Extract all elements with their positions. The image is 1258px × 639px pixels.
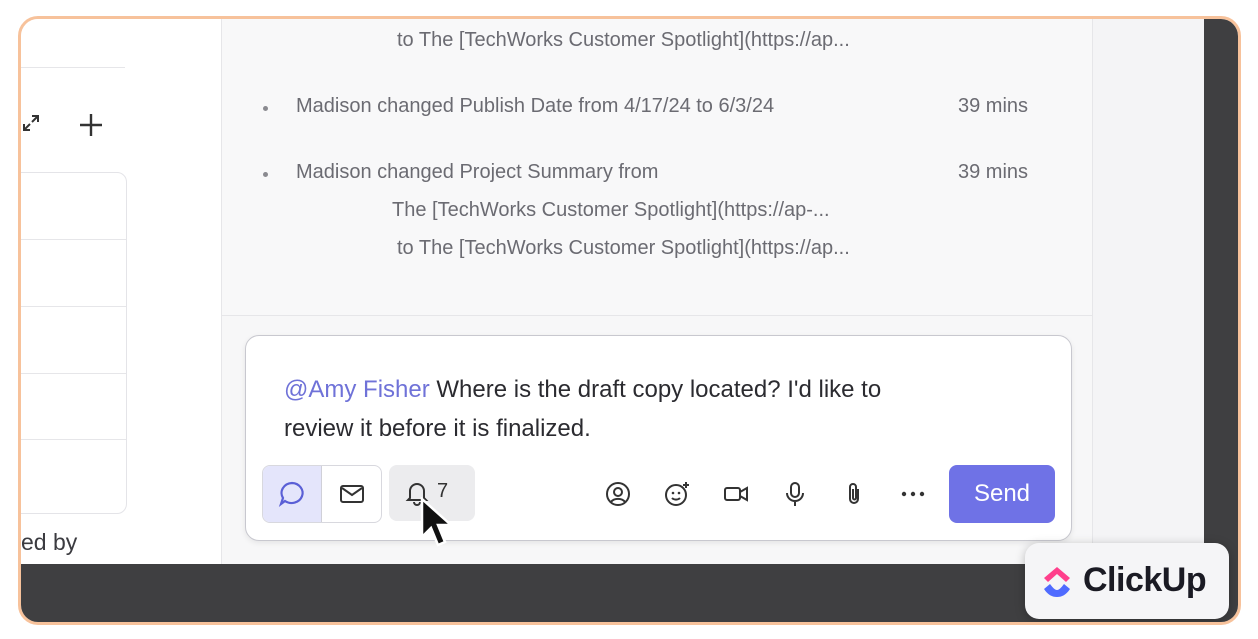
bullet xyxy=(263,106,268,111)
comment-body-line2: review it before it is finalized. xyxy=(284,415,591,442)
send-button[interactable]: Send xyxy=(949,465,1055,523)
comment-input[interactable]: @Amy Fisher Where is the draft copy loca… xyxy=(284,370,1004,448)
emoji-icon[interactable] xyxy=(663,480,691,508)
left-panel: ed by xyxy=(21,19,221,564)
right-sidebar xyxy=(1092,19,1204,564)
comment-mode-button[interactable] xyxy=(263,466,322,522)
activity-continuation: to The [TechWorks Customer Spotlight](ht… xyxy=(397,29,850,51)
divider xyxy=(21,67,125,68)
card-row-divider xyxy=(21,306,126,307)
card-row-divider xyxy=(21,373,126,374)
plus-icon[interactable] xyxy=(77,111,105,139)
video-icon[interactable] xyxy=(722,480,750,508)
screen-border xyxy=(1204,19,1238,564)
activity-entry-text: Madison changed Project Summary from xyxy=(296,161,659,183)
activity-continuation: The [TechWorks Customer Spotlight](https… xyxy=(392,199,830,221)
card-row-divider xyxy=(21,239,126,240)
app-window: ed by to The [TechWorks Customer Spotlig… xyxy=(18,16,1241,625)
attachment-icon[interactable] xyxy=(840,480,868,508)
activity-continuation: to The [TechWorks Customer Spotlight](ht… xyxy=(397,237,850,259)
user-mention[interactable]: @Amy Fisher xyxy=(284,376,430,403)
microphone-icon[interactable] xyxy=(781,480,809,508)
comment-type-toggle xyxy=(262,465,382,523)
comment-body-line1: Where is the draft copy located? I'd lik… xyxy=(429,376,882,403)
properties-card xyxy=(21,172,127,514)
activity-entry-text: Madison changed Publish Date from 4/17/2… xyxy=(296,95,775,117)
mention-icon[interactable] xyxy=(604,480,632,508)
mouse-cursor-icon xyxy=(420,497,455,547)
left-toolbar xyxy=(21,111,131,141)
bullet xyxy=(263,172,268,177)
email-mode-button[interactable] xyxy=(322,466,381,522)
brand-name: ClickUp xyxy=(1083,561,1207,599)
envelope-icon xyxy=(340,485,364,503)
divider xyxy=(1092,19,1093,564)
more-icon[interactable] xyxy=(899,480,927,508)
clickup-badge: ClickUp xyxy=(1025,543,1229,619)
expand-icon[interactable] xyxy=(21,113,41,133)
activity-timestamp: 39 mins xyxy=(958,95,1029,117)
divider xyxy=(222,315,1092,316)
comment-composer[interactable]: @Amy Fisher Where is the draft copy loca… xyxy=(245,335,1072,541)
created-by-label: ed by xyxy=(21,529,78,555)
activity-feed: to The [TechWorks Customer Spotlight](ht… xyxy=(222,19,1092,315)
comment-bubble-icon xyxy=(278,481,304,507)
card-row-divider xyxy=(21,439,126,440)
activity-timestamp: 39 mins xyxy=(958,161,1029,183)
clickup-logo-icon xyxy=(1044,567,1070,597)
